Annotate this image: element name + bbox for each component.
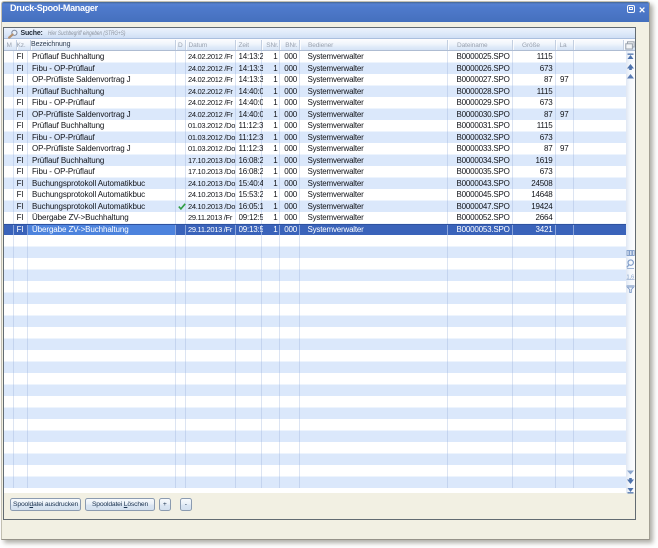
- svg-text:1,6: 1,6: [627, 274, 635, 280]
